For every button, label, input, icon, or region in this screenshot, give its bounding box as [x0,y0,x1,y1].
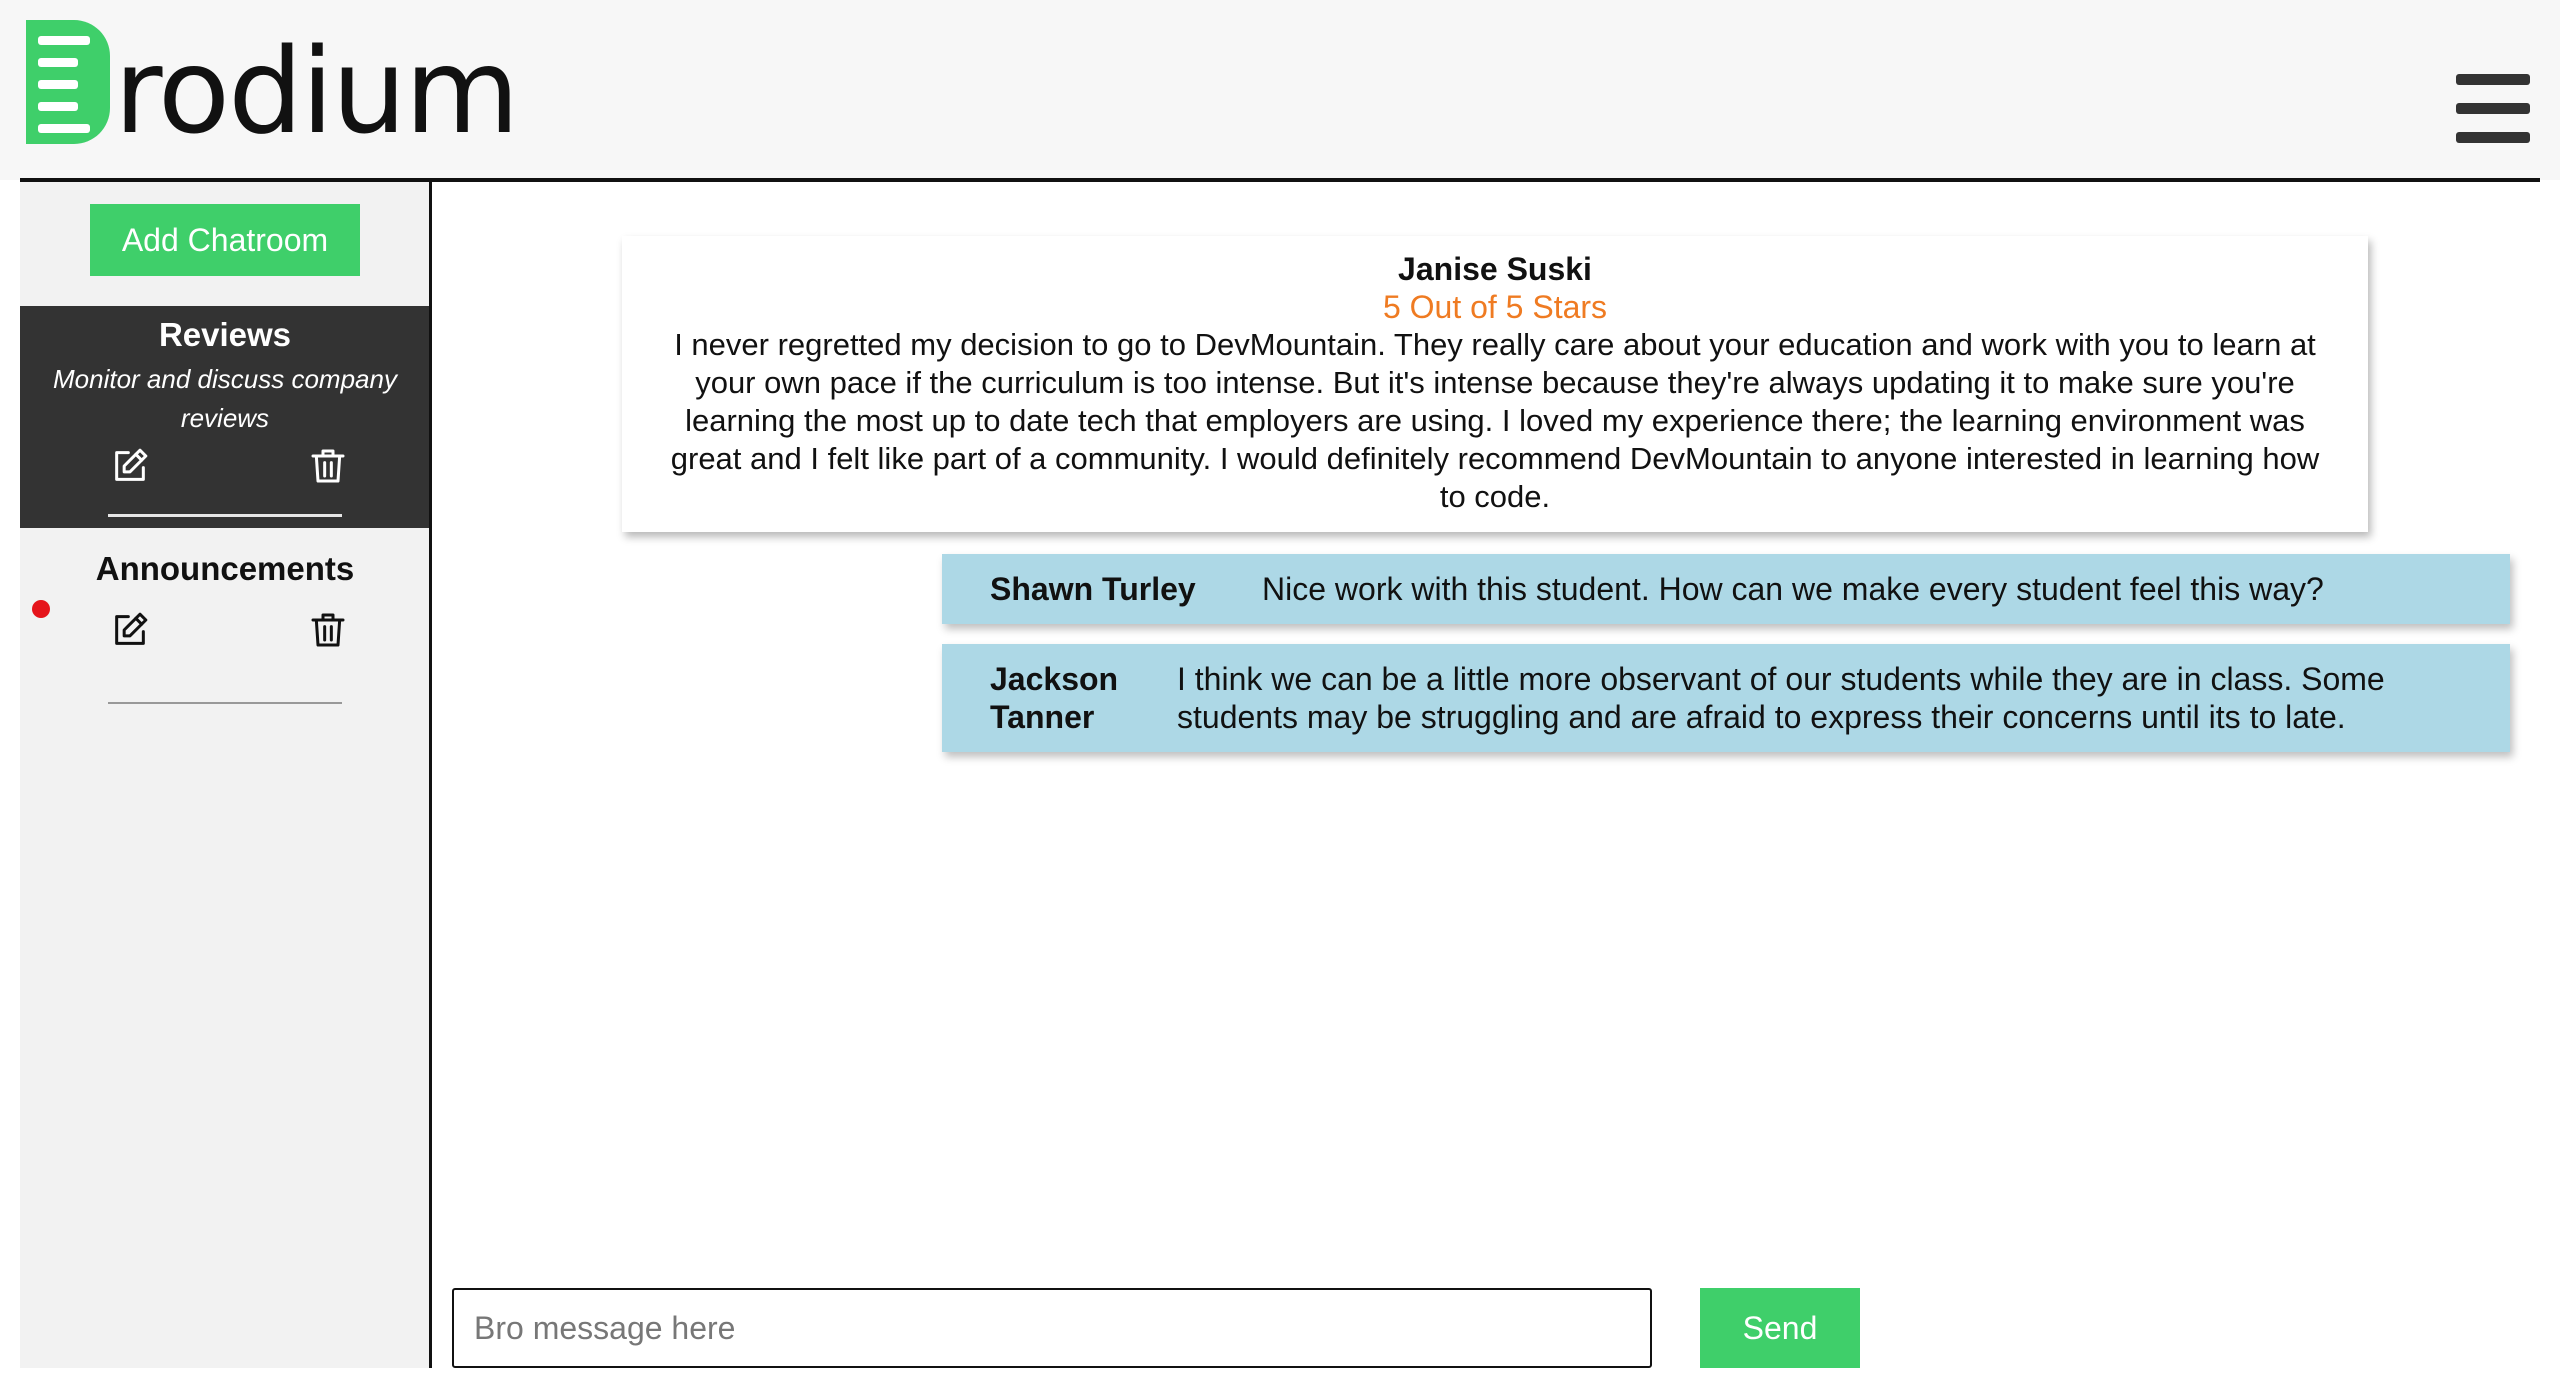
trash-icon[interactable] [308,610,348,650]
chatroom-sidebar: Add Chatroom Reviews Monitor and discuss… [20,182,430,1368]
message-text: I think we can be a little more observan… [1177,661,2385,735]
message-author: Shawn Turley [990,571,1196,607]
chat-message: Shawn Turley Nice work with this student… [942,554,2510,624]
message-input[interactable] [452,1288,1652,1368]
sidebar-item-announcements[interactable]: Announcements [20,550,430,730]
hamburger-menu-icon[interactable] [2456,74,2530,144]
review-rating: 5 Out of 5 Stars [1382,289,1608,325]
chat-message: Jackson Tanner I think we can be a littl… [942,644,2510,752]
send-button[interactable]: Send [1700,1288,1860,1368]
review-text: I never regretted my decision to go to D… [670,327,2320,514]
trash-icon[interactable] [308,446,348,486]
sidebar-item-reviews[interactable]: Reviews Monitor and discuss company revi… [20,306,430,528]
add-chatroom-button[interactable]: Add Chatroom [90,204,360,276]
room-divider [108,514,342,517]
edit-icon[interactable] [110,610,150,650]
message-text: Nice work with this student. How can we … [1262,571,2324,607]
room-divider [108,702,342,704]
logo-b-icon [26,20,110,144]
room-title: Reviews [158,316,292,353]
edit-icon[interactable] [110,446,150,486]
brodium-logo[interactable]: rodium [26,20,520,150]
review-card: Janise Suski 5 Out of 5 Stars I never re… [622,236,2368,532]
review-author: Janise Suski [1398,251,1592,287]
notification-dot [32,600,50,618]
sidebar-divider [429,182,432,1368]
message-author: Jackson Tanner [990,661,1119,735]
logo-wordmark: rodium [114,22,520,160]
room-title: Announcements [95,550,355,587]
app-header: rodium [0,0,2560,180]
room-description: Monitor and discuss company reviews [53,364,397,433]
